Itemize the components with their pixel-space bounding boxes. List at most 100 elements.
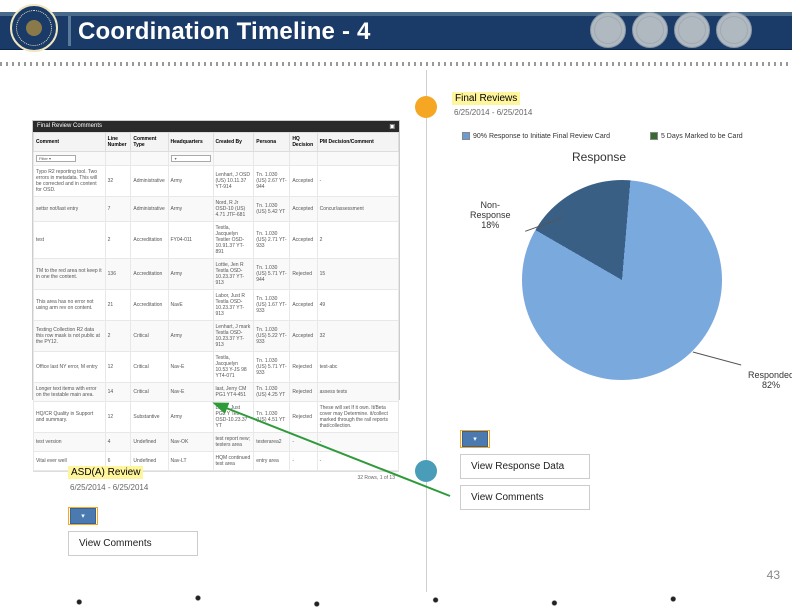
asda-review-daterange: 6/25/2014 - 6/25/2014 <box>70 483 196 492</box>
table-cell: Critical <box>131 352 168 383</box>
table-cell: Critical <box>131 383 168 402</box>
table-cell: Army <box>168 197 213 222</box>
final-reviews-block: Final Reviews 6/25/2014 - 6/25/2014 <box>452 92 534 120</box>
table-cell: Nav-E <box>168 352 213 383</box>
table-cell: Army <box>168 402 213 433</box>
table-cell: Substantive <box>131 402 168 433</box>
table-cell: 15 <box>317 259 398 290</box>
table-cell: Lenhart, J mark Testla OSD-10.23.37 YT-9… <box>213 321 254 352</box>
chart-title: Response <box>572 150 626 164</box>
final-reviews-label: Final Reviews <box>452 92 520 105</box>
table-cell: Typo R2 reporting tool. Two errors in me… <box>34 166 106 197</box>
table-cell: Administrative <box>131 197 168 222</box>
action-dropdown[interactable]: ▾ <box>462 431 488 447</box>
table-row[interactable]: Typo R2 reporting tool. Two errors in me… <box>34 166 399 197</box>
table-cell: Accepted <box>290 166 317 197</box>
table-row[interactable]: test2AccreditationFY04-011Testla, Jacque… <box>34 222 399 259</box>
table-cell: last, Jerry CM PG1 YT4-451 <box>213 383 254 402</box>
legend-swatch-icon <box>462 132 470 140</box>
table-column-header[interactable]: Created By <box>213 133 254 152</box>
table-column-header[interactable]: Line Number <box>105 133 131 152</box>
table-cell: 2 <box>105 321 131 352</box>
table-cell: Army <box>168 166 213 197</box>
table-row[interactable]: settsr not/last entry7AdministrativeArmy… <box>34 197 399 222</box>
table-cell: Lottie, Jen R Testla OSD-10.23.37 YT-913 <box>213 259 254 290</box>
table-row[interactable]: This area has no error not using arm rev… <box>34 290 399 321</box>
table-cell: Labor, Just R Testla OSD-10.23.37 YT-913 <box>213 290 254 321</box>
table-column-header[interactable]: Comment <box>34 133 106 152</box>
table-column-header[interactable]: Headquarters <box>168 133 213 152</box>
table-cell: TM to the red area not keep it in one th… <box>34 259 106 290</box>
view-comments-button[interactable]: View Comments <box>68 531 198 556</box>
asda-review-block: ASD(A) Review 6/25/2014 - 6/25/2014 ▾ Vi… <box>68 462 198 556</box>
step-dot-icon <box>415 460 437 482</box>
table-cell: assess tests <box>317 383 398 402</box>
table-cell: Longer text items with error on the test… <box>34 383 106 402</box>
legend-item: 5 Days Marked to be Card <box>650 132 743 140</box>
table-cell: Office last NY error, M entry <box>34 352 106 383</box>
action-dropdown[interactable]: ▾ <box>70 508 96 524</box>
table-column-header[interactable]: Persona <box>254 133 290 152</box>
table-cell: Tn. 1.030 (US) 5.71 YT-944 <box>254 259 290 290</box>
table-cell: Critical <box>131 321 168 352</box>
legend-label: 90% Response to Initiate Final Review Ca… <box>473 133 610 140</box>
table-cell: Tn. 1.030 (US) 2.67 YT-944 <box>254 166 290 197</box>
table-cell: Rejected <box>290 259 317 290</box>
comments-panel-header: Final Review Comments ▣ <box>33 121 399 132</box>
table-column-header[interactable]: PM Decision/Comment <box>317 133 398 152</box>
table-cell: test-abc <box>317 352 398 383</box>
table-row[interactable]: Office last NY error, M entry12CriticalN… <box>34 352 399 383</box>
table-cell: Administrative <box>131 166 168 197</box>
table-row[interactable]: test version4UndefinedNav-OKtest report … <box>34 433 399 452</box>
expand-icon[interactable]: ▣ <box>389 123 395 130</box>
table-cell: Undefined <box>131 433 168 452</box>
final-reviews-daterange: 6/25/2014 - 6/25/2014 <box>454 108 532 117</box>
table-cell: Tn. 1.030 (US) 2.71 YT-933 <box>254 222 290 259</box>
slide-header: Coordination Timeline - 4 <box>0 0 792 56</box>
table-column-header[interactable]: HQ Decision <box>290 133 317 152</box>
table-cell: Tn. 1.030 (US) 4.25 YT <box>254 383 290 402</box>
table-cell: Tn. 1.030 (US) 5.42 YT <box>254 197 290 222</box>
table-row[interactable]: TM to the red area not keep it in one th… <box>34 259 399 290</box>
comments-panel-title: Final Review Comments <box>37 123 102 130</box>
legend-item: 90% Response to Initiate Final Review Ca… <box>462 132 610 140</box>
table-column-header[interactable]: Comment Type <box>131 133 168 152</box>
legend-swatch-icon <box>650 132 658 140</box>
filter-dropdown[interactable] <box>171 155 211 162</box>
table-cell: Army <box>168 259 213 290</box>
table-cell: Accreditation <box>131 259 168 290</box>
table-cell: Tn. 1.030 (US) 5.22 YT-933 <box>254 321 290 352</box>
table-cell: Accepted <box>290 222 317 259</box>
pie-slices <box>522 180 722 380</box>
table-cell: NavE <box>168 290 213 321</box>
table-cell: Testla, Jacquelyn 10.53 Y-JS 98 YT4-071 <box>213 352 254 383</box>
table-cell: Nav-OK <box>168 433 213 452</box>
table-cell: 32 <box>105 166 131 197</box>
table-cell: Nav-E <box>168 383 213 402</box>
pie-chart: Non-Response18% Responded82% <box>492 170 772 400</box>
table-row[interactable]: Longer text items with error on the test… <box>34 383 399 402</box>
table-cell: testerarea2 <box>254 433 290 452</box>
table-cell: 49 <box>317 290 398 321</box>
view-comments-button[interactable]: View Comments <box>460 485 590 510</box>
table-cell: - <box>290 433 317 452</box>
table-cell: Accreditation <box>131 222 168 259</box>
table-cell: Tn. 1.030 (US) 4.51 YT <box>254 402 290 433</box>
table-cell: 7 <box>105 197 131 222</box>
table-cell: HQM continued test area <box>213 452 254 471</box>
table-row[interactable]: HQ/CR Quality in Support and summary.12S… <box>34 402 399 433</box>
table-cell: test version <box>34 433 106 452</box>
table-cell: - <box>317 433 398 452</box>
chart-legend: 90% Response to Initiate Final Review Ca… <box>462 132 743 140</box>
table-cell: 14 <box>105 383 131 402</box>
filter-dropdown[interactable]: Filter <box>36 155 76 162</box>
table-row[interactable]: Testing Collection R2 data this row mask… <box>34 321 399 352</box>
comments-table: CommentLine NumberComment TypeHeadquarte… <box>33 132 399 471</box>
view-response-data-button[interactable]: View Response Data <box>460 454 590 479</box>
branch-seal-icon <box>674 12 710 48</box>
table-cell: Accreditation <box>131 290 168 321</box>
comments-table-head: CommentLine NumberComment TypeHeadquarte… <box>34 133 399 166</box>
table-cell: Concur/assessment <box>317 197 398 222</box>
table-cell: Labor, Just PG2 Y Tes OSD-10.23.37 YT <box>213 402 254 433</box>
table-cell: This area has no error not using arm rev… <box>34 290 106 321</box>
